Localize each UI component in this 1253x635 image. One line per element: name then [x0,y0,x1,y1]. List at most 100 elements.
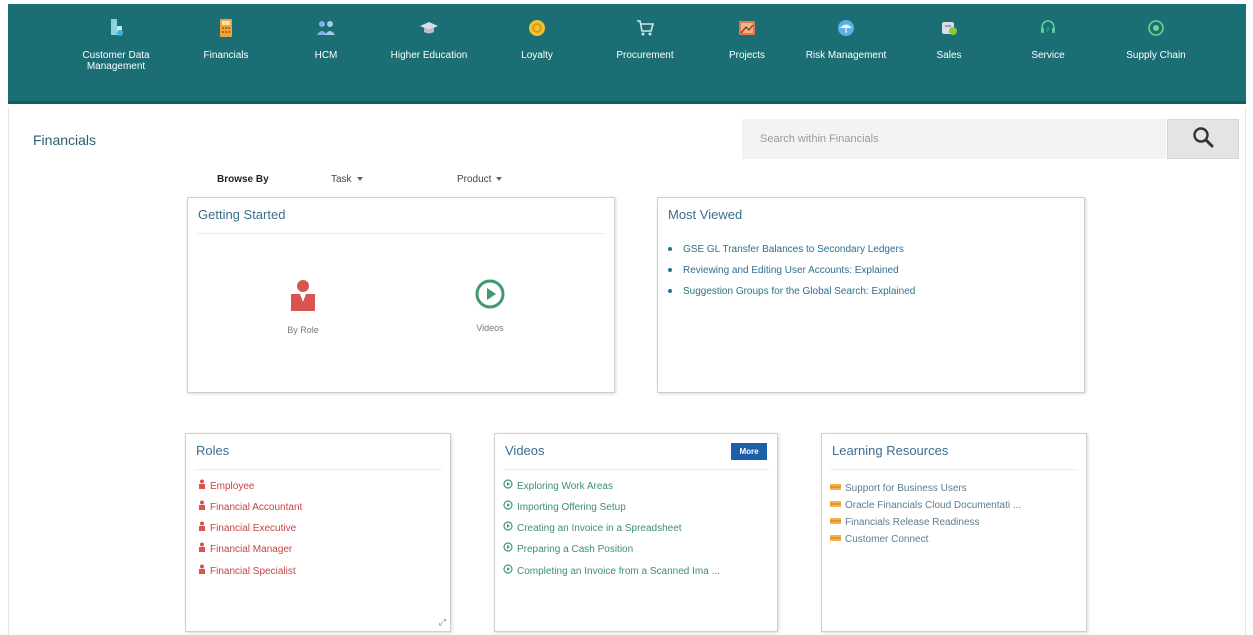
video-label: Creating an Invoice in a Spreadsheet [517,523,682,535]
divider [503,469,769,470]
learning-item[interactable]: Oracle Financials Cloud Documentati ... [830,497,1021,514]
nav-item-financials[interactable]: Financials [171,18,281,61]
learning-item[interactable]: Support for Business Users [830,480,1021,497]
divider [196,233,606,234]
roles-panel: Roles Employee Financial Accountant Fina… [185,433,451,632]
main-content: Financials Browse By Task Product Gettin… [8,107,1246,635]
learning-label: Financials Release Readiness [845,517,980,529]
person-icon [198,518,206,539]
page-title: Financials [33,132,97,148]
video-label: Importing Offering Setup [517,502,626,514]
projects-icon [737,18,757,38]
role-label: Employee [210,481,255,493]
nav-item-projects[interactable]: Projects [692,18,802,61]
videos-panel: Videos More Exploring Work Areas Importi… [494,433,778,632]
panel-title: Getting Started [198,207,286,222]
resize-handle-icon[interactable]: ⤢ [439,617,446,628]
search-button[interactable] [1167,119,1239,159]
nav-item-sales[interactable]: Sales [894,18,1004,61]
browse-task-dropdown[interactable]: Task [331,174,363,185]
person-icon [198,476,206,497]
role-item[interactable]: Financial Manager [198,539,302,560]
role-label: Financial Executive [210,523,297,535]
book-icon [830,531,841,548]
nav-item-loyalty[interactable]: Loyalty [482,18,592,61]
most-viewed-item[interactable]: Suggestion Groups for the Global Search:… [668,281,915,302]
by-role-link[interactable]: By Role [263,278,343,335]
person-icon [198,497,206,518]
nav-label: Customer Data Management [82,50,150,72]
role-label: Financial Specialist [210,565,296,577]
headset-icon: ? [1038,18,1058,38]
customer-data-icon [106,18,126,38]
video-item[interactable]: Preparing a Cash Position [503,539,720,560]
nav-item-risk-management[interactable]: Risk Management [791,18,901,61]
nav-label: Sales [936,50,962,61]
divider [194,469,442,470]
video-item[interactable]: Completing an Invoice from a Scanned Ima… [503,561,720,582]
calculator-icon [216,18,236,38]
divider [830,469,1078,470]
frame-left-border [0,0,8,635]
umbrella-icon [836,18,856,38]
role-item[interactable]: Financial Accountant [198,497,302,518]
learning-item[interactable]: Customer Connect [830,531,1021,548]
person-icon [288,280,318,316]
most-viewed-item[interactable]: GSE GL Transfer Balances to Secondary Le… [668,239,915,260]
role-label: Financial Accountant [210,502,303,514]
nav-label: HCM [314,50,338,61]
learning-label: Oracle Financials Cloud Documentati ... [845,500,1022,512]
by-role-label: By Role [287,325,319,335]
videos-link[interactable]: Videos [450,278,530,333]
nav-label: Risk Management [805,50,887,61]
nav-item-service[interactable]: ? Service [993,18,1103,61]
nav-item-higher-education[interactable]: Higher Education [374,18,484,61]
search-input[interactable] [742,119,1166,159]
panel-title: Learning Resources [832,443,949,458]
video-label: Preparing a Cash Position [517,544,634,556]
frame-right-border [1246,0,1253,635]
learning-resources-list: Support for Business Users Oracle Financ… [830,480,1021,549]
nav-label: Financials [203,50,249,61]
most-viewed-list: GSE GL Transfer Balances to Secondary Le… [668,239,915,302]
task-label: Task [331,174,352,185]
bullet-icon [668,247,672,252]
chevron-down-icon [356,177,363,182]
link-text: Reviewing and Editing User Accounts: Exp… [683,265,899,276]
play-icon [503,497,513,518]
nav-item-supply-chain[interactable]: Supply Chain [1101,18,1211,61]
panel-title: Most Viewed [668,207,743,222]
video-item[interactable]: Exploring Work Areas [503,476,720,497]
nav-item-customer-data-management[interactable]: Customer Data Management [61,18,171,72]
link-text: Suggestion Groups for the Global Search:… [683,286,916,297]
supply-chain-icon [1146,18,1166,38]
learning-resources-panel: Learning Resources Support for Business … [821,433,1087,632]
video-item[interactable]: Importing Offering Setup [503,497,720,518]
more-button[interactable]: More [731,443,767,460]
nav-item-procurement[interactable]: Procurement [590,18,700,61]
learning-label: Support for Business Users [845,483,967,495]
role-label: Financial Manager [210,544,293,556]
top-nav-bar: Customer Data Management Financials HCM … [8,4,1246,104]
role-item[interactable]: Financial Specialist [198,561,302,582]
panel-title: Roles [196,443,230,458]
most-viewed-item[interactable]: Reviewing and Editing User Accounts: Exp… [668,260,915,281]
nav-item-hcm[interactable]: HCM [271,18,381,61]
role-item[interactable]: Financial Executive [198,518,302,539]
nav-label: Supply Chain [1126,50,1186,61]
cart-icon [635,18,655,38]
videos-list: Exploring Work Areas Importing Offering … [503,476,720,582]
sales-icon [939,18,959,38]
people-icon [316,18,336,38]
product-label: Product [457,174,492,185]
browse-product-dropdown[interactable]: Product [457,174,503,185]
learning-label: Customer Connect [845,534,929,546]
video-label: Exploring Work Areas [517,481,613,493]
search-bar [742,119,1239,159]
role-item[interactable]: Employee [198,476,302,497]
nav-label: Projects [728,50,766,61]
video-item[interactable]: Creating an Invoice in a Spreadsheet [503,518,720,539]
nav-label: Procurement [616,50,674,61]
learning-item[interactable]: Financials Release Readiness [830,514,1021,531]
coin-icon [527,18,547,38]
